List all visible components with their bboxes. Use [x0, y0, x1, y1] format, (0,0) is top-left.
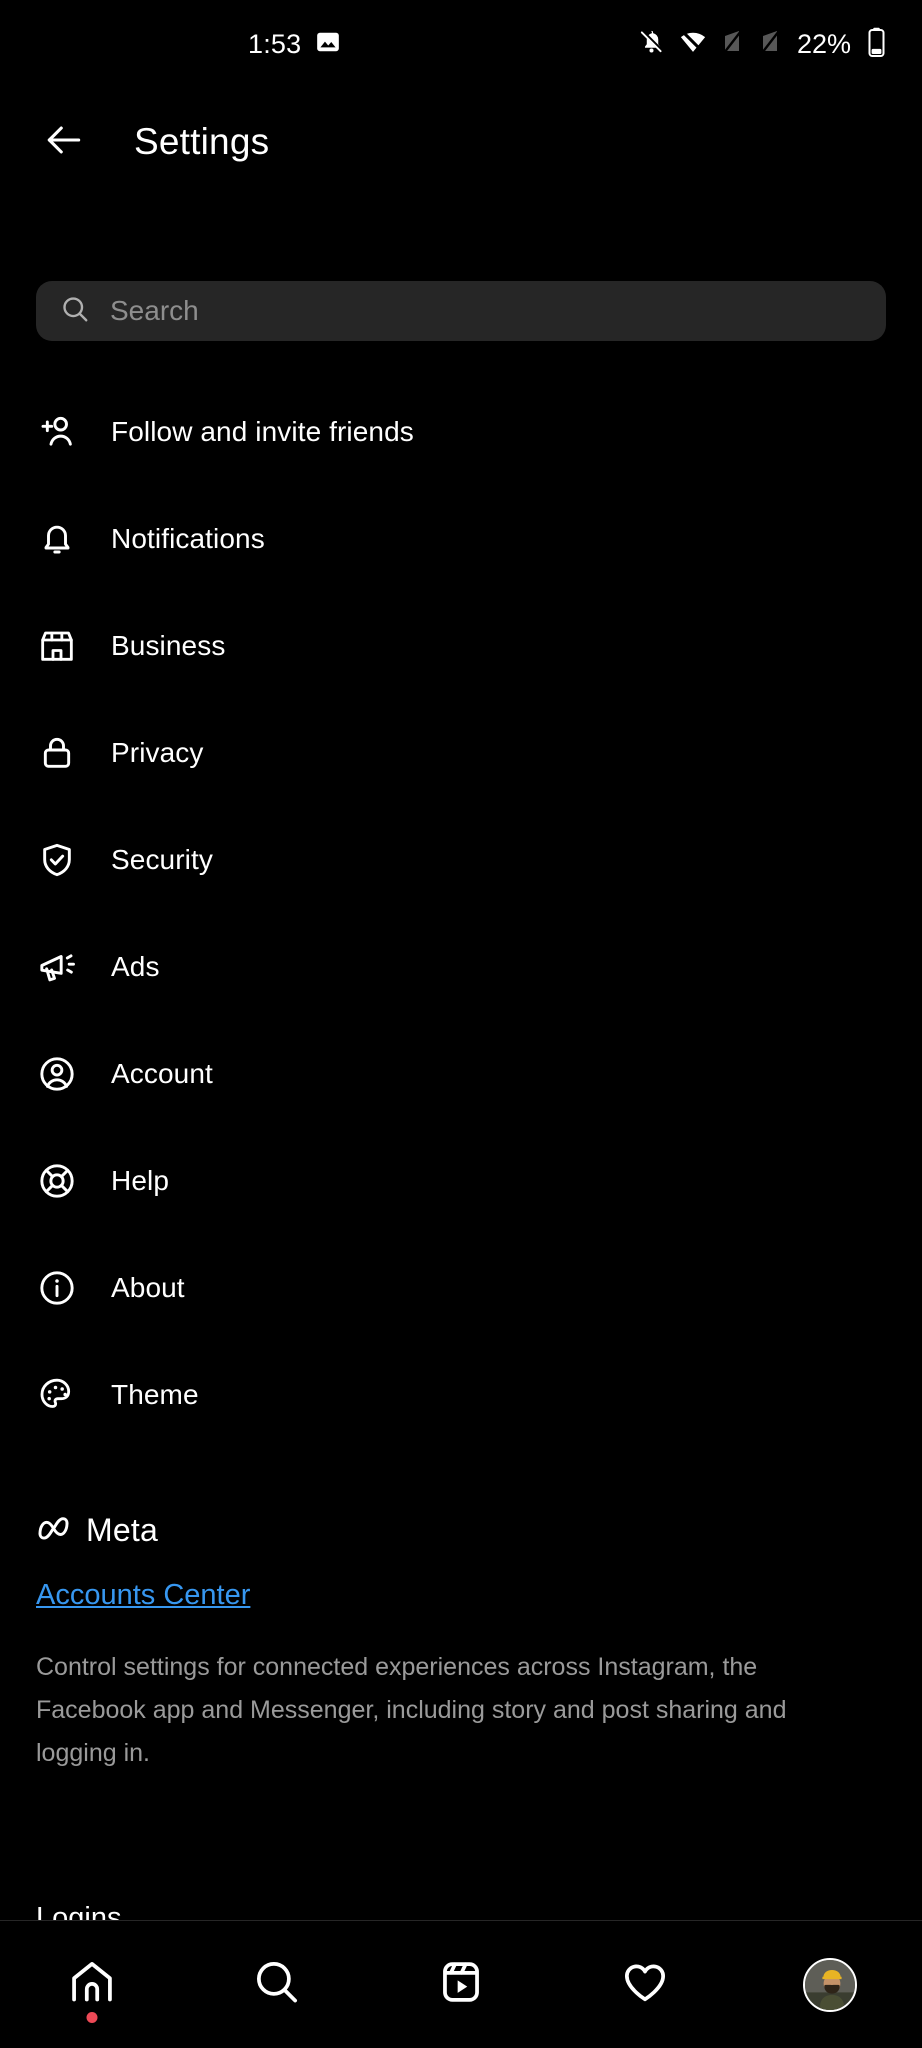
search-icon [60, 294, 90, 329]
settings-item-theme[interactable]: Theme [0, 1341, 922, 1448]
signal-bar-inactive-icon [759, 29, 783, 60]
search-icon [252, 1957, 302, 2012]
settings-item-security[interactable]: Security [0, 806, 922, 913]
settings-item-label: Security [111, 843, 213, 875]
bell-muted-icon [638, 28, 665, 60]
bell-icon [36, 518, 78, 560]
battery-percent: 22% [796, 28, 851, 59]
arrow-left-icon [42, 118, 86, 167]
settings-item-label: Account [111, 1057, 213, 1089]
page-title: Settings [134, 121, 270, 162]
settings-item-help[interactable]: Help [0, 1127, 922, 1234]
meta-section: Meta Accounts Center Control settings fo… [36, 1512, 886, 1775]
shield-check-icon [36, 839, 78, 881]
home-notification-badge [86, 2011, 98, 2023]
meta-infinity-icon [36, 1513, 76, 1548]
person-add-icon [36, 411, 78, 453]
meta-wordmark: Meta [86, 1512, 158, 1548]
settings-item-label: Follow and invite friends [111, 415, 414, 447]
settings-menu: Follow and invite friends Notifications [0, 378, 922, 1448]
nav-item-search[interactable] [231, 1939, 323, 2031]
settings-item-about[interactable]: About [0, 1234, 922, 1341]
nav-item-activity[interactable] [599, 1939, 691, 2031]
settings-item-label: Privacy [111, 736, 204, 768]
lifebuoy-icon [36, 1160, 78, 1202]
reels-icon [436, 1957, 486, 2012]
home-icon [67, 1957, 117, 2012]
meta-description: Control settings for connected experienc… [36, 1653, 787, 1767]
status-bar: 1:53 22% [0, 0, 922, 88]
info-circle-icon [36, 1267, 78, 1309]
user-circle-icon [36, 1053, 78, 1095]
avatar [802, 1957, 857, 2012]
signal-bar-inactive-icon [721, 29, 745, 60]
settings-screen: 1:53 22% Settings Search Follow and invi… [0, 0, 922, 2048]
nav-item-home[interactable] [46, 1939, 138, 2031]
settings-item-notifications[interactable]: Notifications [0, 485, 922, 592]
status-time: 1:53 [248, 28, 302, 59]
nav-item-reels[interactable] [415, 1939, 507, 2031]
accounts-center-link[interactable]: Accounts Center [36, 1579, 886, 1612]
settings-item-account[interactable]: Account [0, 1020, 922, 1127]
settings-item-label: Help [111, 1164, 169, 1196]
megaphone-icon [36, 946, 78, 988]
app-header: Settings [0, 88, 922, 196]
settings-item-follow-and-invite-friends[interactable]: Follow and invite friends [0, 378, 922, 485]
settings-item-label: Theme [111, 1378, 199, 1410]
search-container: Search [36, 281, 886, 341]
bottom-navigation [0, 1920, 922, 2048]
settings-item-ads[interactable]: Ads [0, 913, 922, 1020]
status-bar-right: 22% [638, 27, 886, 62]
palette-icon [36, 1374, 78, 1416]
wifi-icon [679, 28, 707, 61]
status-bar-left: 1:53 [248, 29, 341, 60]
search-placeholder: Search [110, 295, 199, 326]
settings-item-business[interactable]: Business [0, 592, 922, 699]
battery-icon [867, 27, 886, 62]
settings-item-label: Ads [111, 950, 160, 982]
settings-item-privacy[interactable]: Privacy [0, 699, 922, 806]
settings-item-label: Notifications [111, 522, 265, 554]
settings-item-label: About [111, 1271, 185, 1303]
back-button[interactable] [36, 114, 92, 170]
meta-brand: Meta [36, 1512, 886, 1549]
image-icon [315, 29, 341, 60]
search-input[interactable]: Search [36, 281, 886, 341]
nav-item-profile[interactable] [784, 1939, 876, 2031]
storefront-icon [36, 625, 78, 667]
lock-icon [36, 732, 78, 774]
heart-icon [620, 1957, 670, 2012]
settings-item-label: Business [111, 629, 226, 661]
